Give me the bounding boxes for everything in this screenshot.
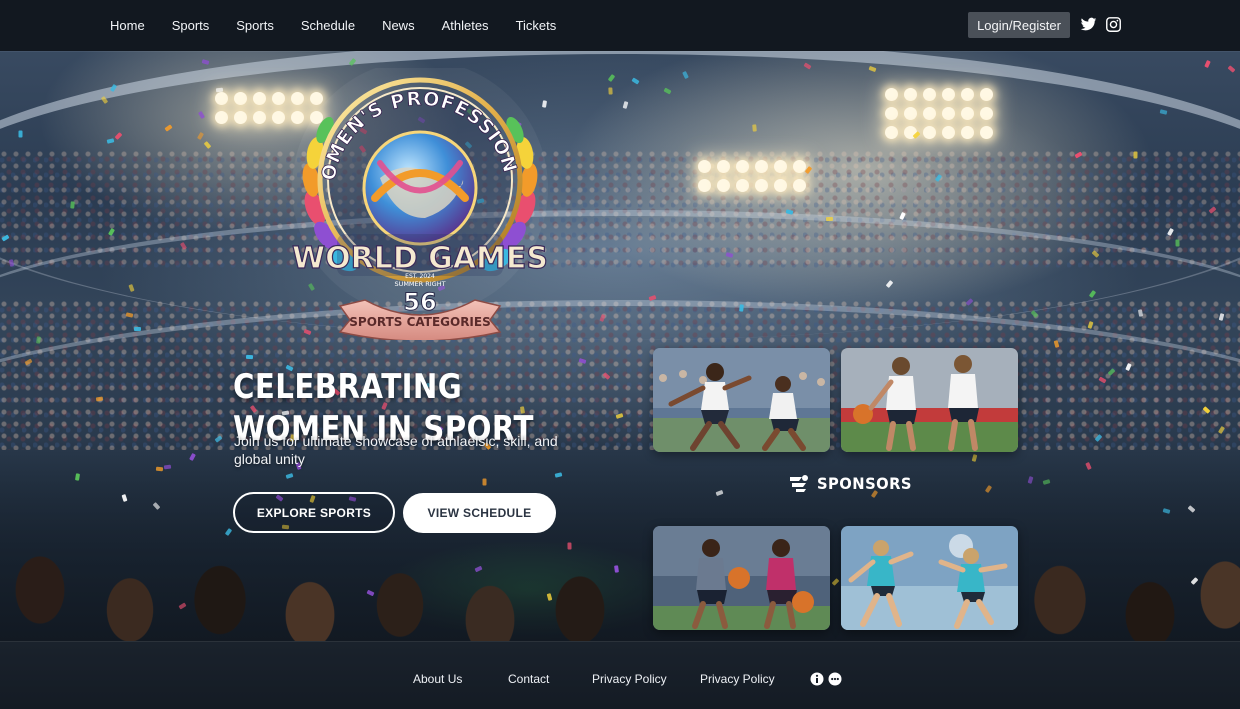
view-schedule-button[interactable]: VIEW SCHEDULE: [403, 493, 556, 533]
footer-privacy-policy-2[interactable]: Privacy Policy: [700, 672, 775, 686]
footer-privacy-policy[interactable]: Privacy Policy: [592, 672, 667, 686]
confetti-piece: [739, 304, 744, 312]
nav-athletes[interactable]: Athletes: [442, 18, 489, 33]
emblem-small-line-1: EST. 2024: [405, 273, 435, 280]
foreground-crowd: [0, 440, 1240, 650]
confetti-piece: [245, 354, 254, 360]
athlete-photo-netball[interactable]: [653, 348, 830, 452]
confetti-piece: [1133, 151, 1138, 159]
top-nav-bar: Home Sports Sports Schedule News Athlete…: [0, 0, 1240, 51]
sponsors-logo-icon: [790, 475, 808, 492]
main-nav: Home Sports Sports Schedule News Athlete…: [110, 0, 583, 51]
confetti-piece: [608, 87, 613, 95]
stadium-background: [0, 0, 1240, 709]
world-games-logo: WOMEN'S PROFESSIONAL WORLD GAMES EST. 20…: [274, 51, 555, 342]
footer-contact[interactable]: Contact: [508, 672, 549, 686]
instagram-icon[interactable]: [1105, 16, 1122, 33]
emblem-ribbon-text: SPORTS CATEGORIES: [349, 315, 491, 329]
confetti-piece: [1227, 65, 1236, 73]
athlete-photo-volleyball[interactable]: [841, 526, 1018, 630]
nav-news[interactable]: News: [382, 18, 415, 33]
floodlights-right: [885, 88, 993, 139]
nav-home[interactable]: Home: [110, 18, 145, 33]
emblem-title: WORLD GAMES: [292, 241, 548, 276]
athlete-photo-basketball-dark[interactable]: [653, 526, 830, 630]
floodlights-center: [698, 160, 806, 192]
footer-about-us[interactable]: About Us: [413, 672, 462, 686]
nav-sports-2[interactable]: Sports: [236, 18, 274, 33]
nav-tickets[interactable]: Tickets: [516, 18, 557, 33]
confetti-piece: [1175, 239, 1180, 247]
confetti-piece: [133, 326, 142, 332]
confetti-piece: [482, 478, 487, 486]
hero-subtitle: Join us for ultimate showcase of athlael…: [234, 433, 558, 467]
emblem-small-line-2: SUMMER RIGHT: [394, 280, 445, 288]
twitter-icon[interactable]: [1080, 16, 1097, 33]
confetti-piece: [567, 542, 572, 550]
confetti-piece: [215, 87, 224, 93]
confetti-piece: [825, 216, 834, 222]
footer: About Us Contact Privacy Policy Privacy …: [0, 641, 1240, 709]
nav-sports[interactable]: Sports: [172, 18, 210, 33]
confetti-piece: [18, 130, 23, 138]
emblem-number: 56: [403, 288, 436, 316]
sponsors-label: SPONSORS: [817, 473, 912, 493]
confetti-piece: [614, 565, 619, 573]
circle-more-icon[interactable]: [828, 672, 842, 686]
confetti-piece: [1204, 59, 1211, 69]
confetti-piece: [752, 124, 757, 132]
confetti-piece: [201, 59, 210, 65]
confetti-piece: [70, 201, 75, 209]
circle-info-icon[interactable]: [810, 672, 824, 686]
login-register-button[interactable]: Login/Register: [968, 12, 1070, 38]
sponsors-heading: SPONSORS: [788, 472, 920, 494]
athlete-photo-basketball-white[interactable]: [841, 348, 1018, 452]
confetti-piece: [163, 464, 172, 470]
explore-sports-button[interactable]: EXPLORE SPORTS: [233, 492, 395, 533]
nav-schedule[interactable]: Schedule: [301, 18, 355, 33]
confetti-piece: [155, 466, 164, 472]
